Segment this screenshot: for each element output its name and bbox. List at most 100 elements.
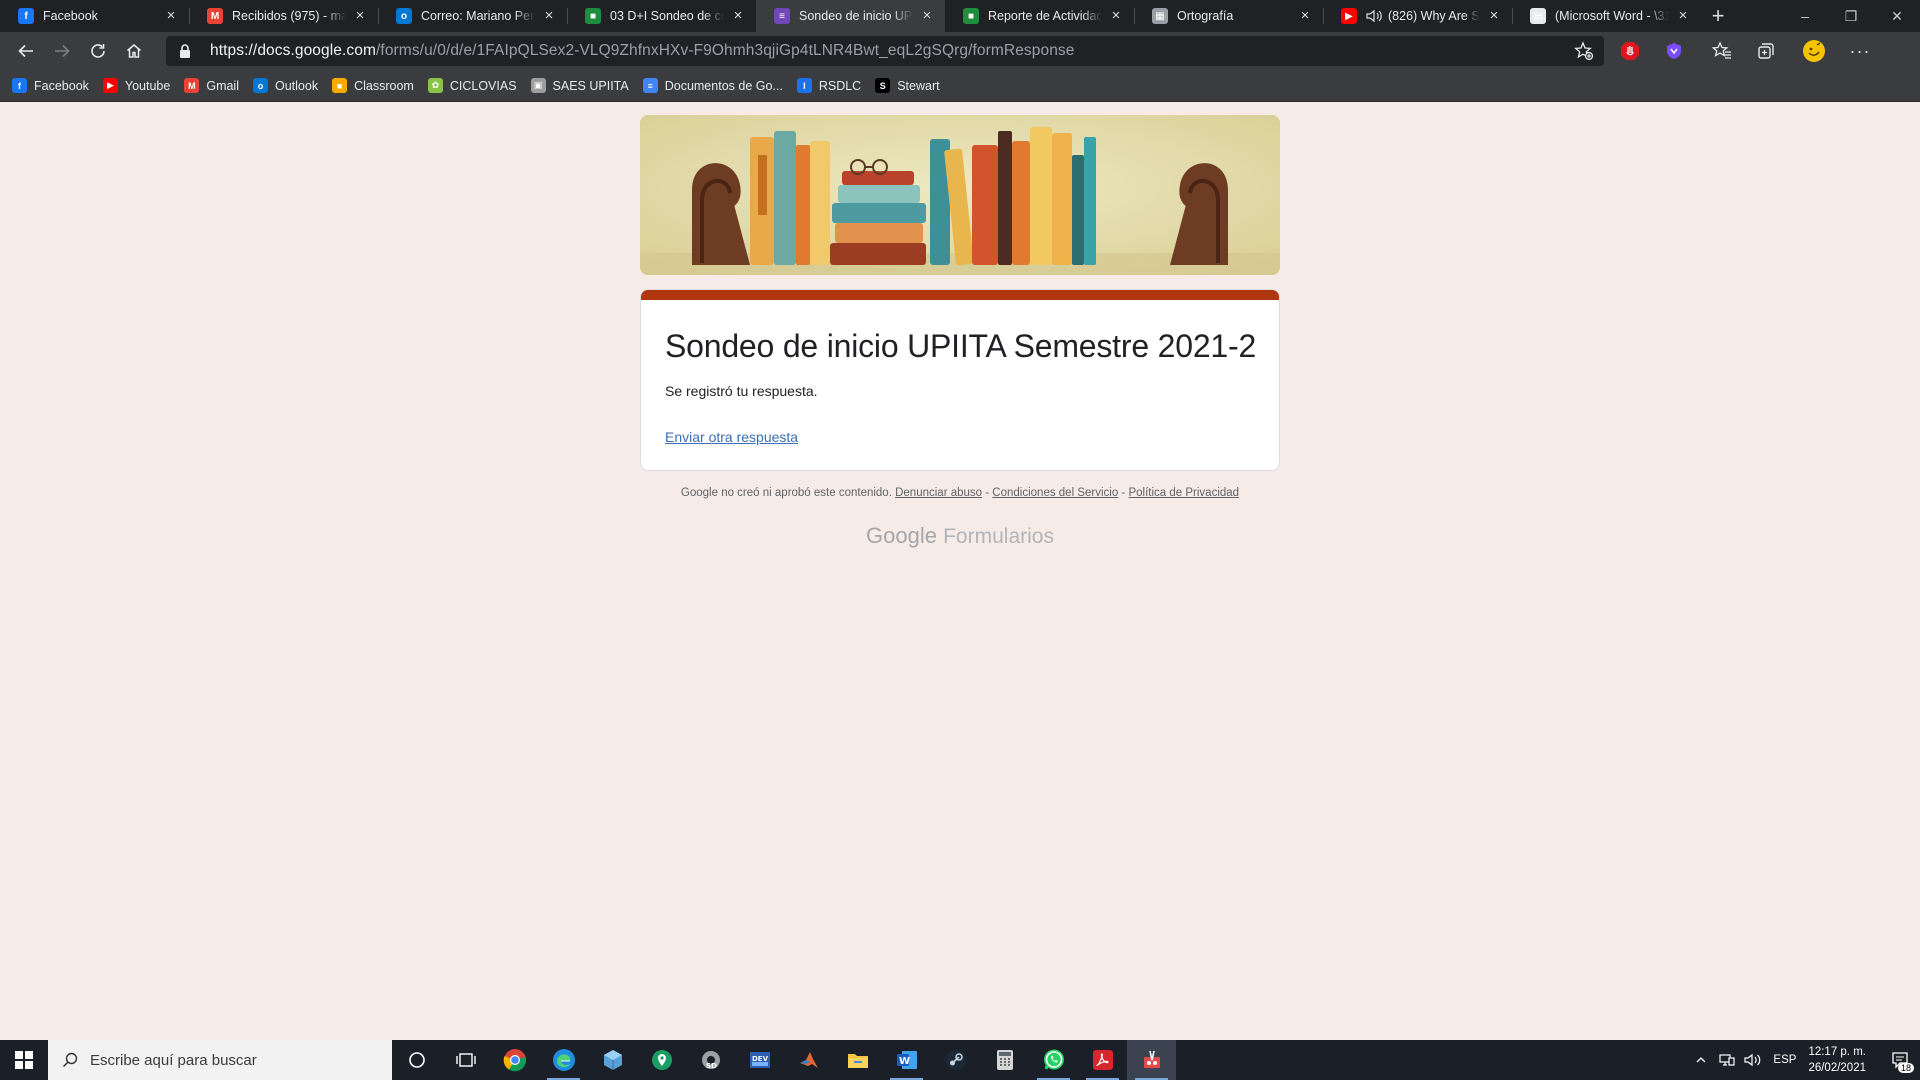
forward-button[interactable] [44,35,80,67]
profile-avatar[interactable] [1796,35,1832,67]
bookmark-item[interactable]: I RSDLC [796,74,862,98]
classroom-icon: ■ [332,78,348,93]
privacy-policy-link[interactable]: Política de Privacidad [1128,487,1239,499]
gmail-icon: M [184,78,200,93]
tab-close-icon[interactable]: × [730,8,746,24]
acrobat-taskbar-icon[interactable] [1078,1040,1127,1080]
extension-shield-icon[interactable] [1656,35,1692,67]
system-tray: ESP 12:17 p. m. 26/02/2021 18 [1689,1040,1920,1080]
notification-count-badge: 18 [1897,1063,1914,1073]
whatsapp-taskbar-icon[interactable] [1029,1040,1078,1080]
bookmark-label: CICLOVIAS [449,78,517,93]
home-button[interactable] [116,35,152,67]
tab-close-icon[interactable]: × [919,8,935,24]
new-tab-button[interactable]: + [1701,0,1735,32]
google-forms-logo[interactable]: Google Formularios [0,523,1920,549]
show-hidden-icons-button[interactable] [1689,1054,1713,1066]
bookmark-item[interactable]: S Stewart [875,74,940,98]
tab-title: 03 D+I Sondeo de con [610,9,724,23]
window-controls: – ❐ ✕ [1782,0,1920,32]
lock-icon[interactable] [178,43,196,59]
add-favorite-icon[interactable] [1574,41,1594,61]
tab-close-icon[interactable]: × [1486,8,1502,24]
search-icon [62,1052,78,1068]
outlook-icon: o [396,8,412,24]
bookmark-item[interactable]: ≡ Documentos de Go... [642,74,783,98]
network-icon[interactable] [1715,1053,1739,1067]
tab-title: Recibidos (975) - maria [232,9,346,23]
bookmark-item[interactable]: ▣ SAES UPIITA [530,74,629,98]
clock[interactable]: 12:17 p. m. 26/02/2021 [1808,1044,1866,1076]
tab-close-icon[interactable]: × [1108,8,1124,24]
saes-icon: ▣ [530,78,546,93]
task-view-button[interactable] [441,1040,490,1080]
browser-tab[interactable]: ■ Reporte de Actividad D × [945,0,1134,32]
cortana-circle-icon [408,1052,425,1068]
snipping-tool-taskbar-icon[interactable] [1127,1040,1176,1080]
tab-close-icon[interactable]: × [1297,8,1313,24]
cortana-button[interactable] [392,1040,441,1080]
minimize-button[interactable]: – [1782,0,1828,32]
extension-adblock-icon[interactable] [1612,35,1648,67]
browser-tab[interactable]: o Correo: Mariano Pena I × [378,0,567,32]
bookmark-label: Gmail [206,78,239,93]
collections-icon[interactable] [1748,35,1784,67]
settings-more-button[interactable]: ··· [1842,35,1878,67]
calculator-app-taskbar-icon[interactable] [980,1040,1029,1080]
restore-button[interactable]: ❐ [1828,0,1874,32]
maps-taskbar-icon[interactable] [637,1040,686,1080]
google-forms-icon: ≡ [774,8,790,24]
terms-of-service-link[interactable]: Condiciones del Servicio [992,487,1118,499]
bookmark-item[interactable]: f Facebook [12,74,89,98]
report-abuse-link[interactable]: Denunciar abuso [895,487,982,499]
bookmark-item[interactable]: ▶ Youtube [102,74,171,98]
file-explorer-taskbar-icon[interactable] [833,1040,882,1080]
close-window-button[interactable]: ✕ [1874,0,1920,32]
browser-tab[interactable]: M Recibidos (975) - maria × [189,0,378,32]
browser-tab[interactable]: f Facebook × [0,0,189,32]
input-language-indicator[interactable]: ESP [1773,1054,1796,1066]
steam-taskbar-icon[interactable] [931,1040,980,1080]
address-bar[interactable]: https://docs.google.com/forms/u/0/d/e/1F… [166,36,1604,66]
tab-close-icon[interactable]: × [352,8,368,24]
word-taskbar-icon[interactable]: W [882,1040,931,1080]
action-center-button[interactable]: 18 [1880,1040,1920,1080]
start-button[interactable] [0,1040,48,1080]
page-icon: ▦ [1152,8,1168,24]
bookmark-item[interactable]: ■ Classroom [332,74,414,98]
solidworks-taskbar-icon[interactable]: SD [686,1040,735,1080]
browser-tab[interactable]: ▦ Ortografía × [1134,0,1323,32]
bookmark-item[interactable]: o Outlook [253,74,318,98]
bookmark-label: Stewart [897,78,940,93]
browser-tab[interactable]: ▤ (Microsoft Word - \311 × [1512,0,1701,32]
chrome-taskbar-icon[interactable] [490,1040,539,1080]
browser-tab[interactable]: ≡ Sondeo de inicio UPIIT × [756,0,945,32]
form-header-banner-image [640,115,1280,275]
dev-cpp-taskbar-icon[interactable]: DEV [735,1040,784,1080]
clock-time: 12:17 p. m. [1808,1046,1866,1058]
tab-close-icon[interactable]: × [541,8,557,24]
favorites-icon[interactable] [1704,35,1740,67]
tab-close-icon[interactable]: × [163,8,179,24]
tab-audio-playing-icon[interactable] [1366,9,1382,23]
url-text[interactable]: https://docs.google.com/forms/u/0/d/e/1F… [210,42,1075,60]
search-placeholder: Escribe aquí para buscar [90,1051,257,1069]
bookmark-item[interactable]: ✿ CICLOVIAS [427,74,517,98]
edge-taskbar-icon[interactable] [539,1040,588,1080]
outlook-icon: o [253,78,268,93]
browser-tab[interactable]: ▶ (826) Why Are Sur × [1323,0,1512,32]
youtube-icon: ▶ [1341,8,1357,24]
bookmark-label: RSDLC [818,78,862,93]
bookmark-item[interactable]: M Gmail [184,74,239,98]
volume-icon[interactable] [1741,1053,1765,1067]
taskbar-search-box[interactable]: Escribe aquí para buscar [48,1040,392,1080]
3d-builder-taskbar-icon[interactable] [588,1040,637,1080]
submit-another-response-link[interactable]: Enviar otra respuesta [665,429,798,445]
browser-tab[interactable]: ■ 03 D+I Sondeo de con × [567,0,756,32]
reload-button[interactable] [80,35,116,67]
form-title: Sondeo de inicio UPIITA Semestre 2021-2 [665,328,1257,364]
back-button[interactable] [8,35,44,67]
bookmark-label: Youtube [124,78,171,93]
tab-close-icon[interactable]: × [1675,8,1691,24]
matlab-taskbar-icon[interactable] [784,1040,833,1080]
